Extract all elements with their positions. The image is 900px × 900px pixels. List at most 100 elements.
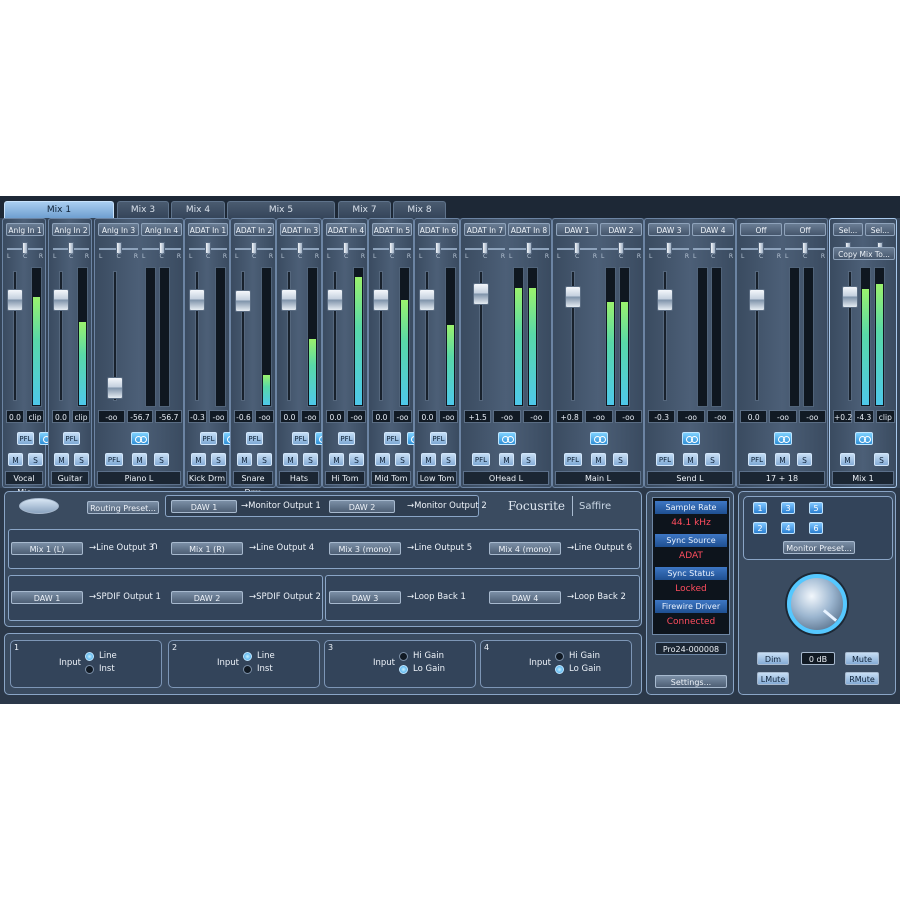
input-source-button[interactable]: ADAT In 8 bbox=[508, 223, 550, 236]
stereo-link-button[interactable] bbox=[774, 432, 792, 445]
input-mode-radio[interactable] bbox=[243, 652, 252, 661]
input-source-button[interactable]: Sel... bbox=[833, 223, 863, 236]
stereo-link-button[interactable] bbox=[855, 432, 873, 445]
fader-handle[interactable] bbox=[473, 283, 489, 306]
mute-button[interactable]: M bbox=[237, 453, 252, 466]
mute-all-button[interactable]: Mute bbox=[845, 652, 879, 665]
tab-mix-4[interactable]: Mix 4 bbox=[171, 201, 225, 218]
pan-control[interactable]: LCR bbox=[99, 241, 138, 260]
pan-control[interactable]: LCR bbox=[785, 241, 825, 260]
tab-mix-3[interactable]: Mix 3 bbox=[117, 201, 169, 218]
fader-handle[interactable] bbox=[53, 288, 69, 311]
mute-button[interactable]: M bbox=[8, 453, 23, 466]
fader-handle[interactable] bbox=[327, 288, 343, 311]
input-source-button[interactable]: ADAT In 1 bbox=[188, 223, 228, 236]
monitor-preset-button[interactable]: Monitor Preset... bbox=[783, 541, 855, 554]
solo-button[interactable]: S bbox=[797, 453, 812, 466]
solo-button[interactable]: S bbox=[303, 453, 318, 466]
pfl-button[interactable]: PFL bbox=[105, 453, 123, 466]
input-mode-radio[interactable] bbox=[399, 652, 408, 661]
stereo-link-button[interactable] bbox=[682, 432, 700, 445]
monitor-preset-number[interactable]: 1 bbox=[753, 502, 767, 514]
pan-control[interactable]: LCR bbox=[693, 241, 733, 260]
input-source-button[interactable]: Off bbox=[740, 223, 782, 236]
input-source-button[interactable]: ADAT In 5 bbox=[372, 223, 412, 236]
fader-handle[interactable] bbox=[107, 377, 123, 399]
mute-button[interactable]: M bbox=[591, 453, 606, 466]
mute-button[interactable]: M bbox=[375, 453, 390, 466]
input-source-button[interactable]: ADAT In 4 bbox=[326, 223, 366, 236]
solo-button[interactable]: S bbox=[441, 453, 456, 466]
stereo-link-button[interactable] bbox=[590, 432, 608, 445]
mute-button[interactable]: M bbox=[191, 453, 206, 466]
pan-control[interactable]: LCR bbox=[649, 241, 689, 260]
routing-source-select[interactable]: Mix 4 (mono) bbox=[489, 542, 561, 555]
stereo-link-button[interactable] bbox=[131, 432, 149, 445]
routing-source-select[interactable]: DAW 1 bbox=[171, 500, 237, 513]
routing-source-select[interactable]: DAW 4 bbox=[489, 591, 561, 604]
pan-control[interactable]: LCR bbox=[465, 241, 505, 260]
input-mode-radio[interactable] bbox=[555, 652, 564, 661]
routing-source-select[interactable]: DAW 1 bbox=[11, 591, 83, 604]
routing-source-select[interactable]: Mix 1 (R) bbox=[171, 542, 243, 555]
routing-source-select[interactable]: DAW 2 bbox=[171, 591, 243, 604]
mute-button[interactable]: M bbox=[283, 453, 298, 466]
fader-handle[interactable] bbox=[419, 288, 435, 311]
mute-button[interactable]: M bbox=[329, 453, 344, 466]
fader-handle[interactable] bbox=[842, 286, 858, 308]
mute-button[interactable]: M bbox=[775, 453, 790, 466]
pan-control[interactable]: LCR bbox=[419, 241, 457, 260]
pan-control[interactable]: LCR bbox=[327, 241, 365, 260]
pan-control[interactable]: LCR bbox=[53, 241, 89, 260]
routing-source-select[interactable]: Mix 3 (mono) bbox=[329, 542, 401, 555]
solo-button[interactable]: S bbox=[521, 453, 536, 466]
pan-control[interactable]: LCR bbox=[741, 241, 781, 260]
fader-handle[interactable] bbox=[373, 288, 389, 311]
settings-button[interactable]: Settings... bbox=[655, 675, 727, 688]
pan-control[interactable]: LCR bbox=[7, 241, 43, 260]
pan-control[interactable]: LCR bbox=[509, 241, 549, 260]
fader-handle[interactable] bbox=[281, 288, 297, 311]
pfl-button[interactable]: PFL bbox=[338, 432, 355, 445]
pfl-button[interactable]: PFL bbox=[17, 432, 34, 445]
pan-control[interactable]: LCR bbox=[373, 241, 411, 260]
monitor-preset-number[interactable]: 5 bbox=[809, 502, 823, 514]
input-mode-radio[interactable] bbox=[243, 665, 252, 674]
mute-button[interactable]: M bbox=[421, 453, 436, 466]
tab-mix-5[interactable]: Mix 5 bbox=[227, 201, 335, 218]
routing-source-select[interactable]: DAW 2 bbox=[329, 500, 395, 513]
monitor-preset-number[interactable]: 6 bbox=[809, 522, 823, 534]
pfl-button[interactable]: PFL bbox=[656, 453, 674, 466]
pfl-button[interactable]: PFL bbox=[200, 432, 217, 445]
routing-preset-button[interactable]: Routing Preset... bbox=[87, 501, 159, 514]
tab-mix-8[interactable]: Mix 8 bbox=[393, 201, 446, 218]
solo-button[interactable]: S bbox=[154, 453, 169, 466]
input-mode-radio[interactable] bbox=[85, 665, 94, 674]
dim-button[interactable]: Dim bbox=[757, 652, 789, 665]
monitor-preset-number[interactable]: 4 bbox=[781, 522, 795, 534]
stereo-link-button[interactable] bbox=[498, 432, 516, 445]
fader-handle[interactable] bbox=[7, 288, 23, 311]
pan-control[interactable]: LCR bbox=[189, 241, 227, 260]
routing-source-select[interactable]: Mix 1 (L) bbox=[11, 542, 83, 555]
pfl-button[interactable]: PFL bbox=[63, 432, 80, 445]
pan-control[interactable]: LCR bbox=[142, 241, 181, 260]
fader-handle[interactable] bbox=[189, 288, 205, 311]
input-source-button[interactable]: ADAT In 3 bbox=[280, 223, 320, 236]
input-mode-radio[interactable] bbox=[555, 665, 564, 674]
mute-button[interactable]: M bbox=[54, 453, 69, 466]
solo-button[interactable]: S bbox=[705, 453, 720, 466]
pfl-button[interactable]: PFL bbox=[472, 453, 490, 466]
pfl-button[interactable]: PFL bbox=[384, 432, 401, 445]
pan-control[interactable]: LCR bbox=[281, 241, 319, 260]
fader-handle[interactable] bbox=[565, 286, 581, 308]
solo-button[interactable]: S bbox=[211, 453, 226, 466]
pfl-button[interactable]: PFL bbox=[564, 453, 582, 466]
solo-button[interactable]: S bbox=[395, 453, 410, 466]
monitor-preset-number[interactable]: 3 bbox=[781, 502, 795, 514]
input-source-button[interactable]: ADAT In 6 bbox=[418, 223, 458, 236]
solo-button[interactable]: S bbox=[28, 453, 43, 466]
pfl-button[interactable]: PFL bbox=[292, 432, 309, 445]
copy-mix-button[interactable]: Copy Mix To... bbox=[833, 247, 895, 260]
input-source-button[interactable]: ADAT In 2 bbox=[234, 223, 274, 236]
